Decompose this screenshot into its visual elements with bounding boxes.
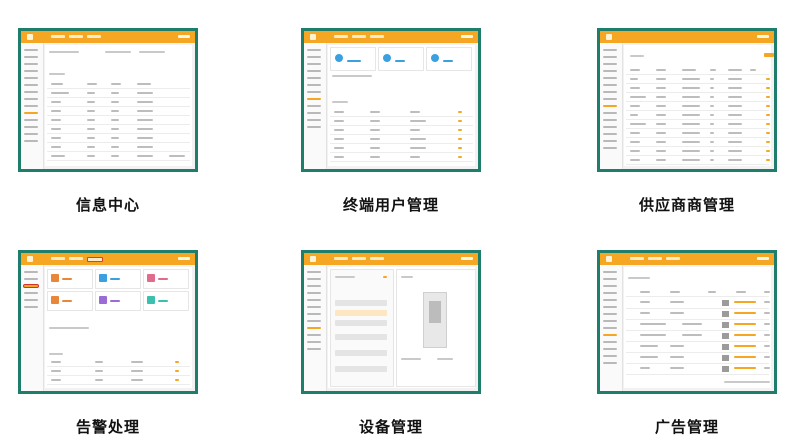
module-caption: 设备管理 [358, 418, 423, 436]
app-header [600, 31, 774, 43]
table-panel [45, 45, 192, 166]
logo-icon [310, 34, 316, 40]
app-header [304, 31, 478, 43]
module-caption: 终端用户管理 [342, 196, 439, 214]
screenshot-thumbnail[interactable] [597, 28, 777, 172]
screenshot-thumbnail[interactable] [597, 250, 777, 394]
table-panel [624, 45, 774, 166]
user-menu-icon [461, 257, 473, 260]
app-header [304, 253, 478, 265]
logo-icon [606, 256, 612, 262]
logo-icon [27, 34, 33, 40]
user-menu-icon [757, 35, 769, 38]
device-panel [328, 267, 476, 388]
screenshot-thumbnail[interactable] [301, 28, 481, 172]
app-header [21, 253, 195, 265]
logo-icon [310, 256, 316, 262]
advertising-panel [624, 267, 771, 388]
module-caption: 告警处理 [75, 418, 140, 436]
user-menu-icon [757, 257, 769, 260]
app-header [21, 31, 195, 43]
dashboard-panel [328, 45, 475, 166]
screenshot-thumbnail[interactable] [18, 250, 198, 394]
app-header [600, 253, 774, 265]
screenshot-thumbnail[interactable] [18, 28, 198, 172]
module-caption: 信息中心 [75, 196, 140, 214]
device-image [423, 292, 447, 348]
user-menu-icon [178, 35, 190, 38]
logo-icon [27, 256, 33, 262]
sidebar [21, 265, 44, 391]
sidebar [600, 43, 623, 169]
screenshot-thumbnail[interactable] [301, 250, 481, 394]
module-caption: 广告管理 [654, 418, 719, 436]
sidebar [304, 43, 327, 169]
sidebar [21, 43, 44, 169]
sidebar [304, 265, 327, 391]
module-caption: 供应商商管理 [638, 196, 735, 214]
alarm-panel [45, 267, 192, 388]
logo-icon [606, 34, 612, 40]
user-menu-icon [461, 35, 473, 38]
sidebar [600, 265, 623, 391]
user-menu-icon [178, 257, 190, 260]
